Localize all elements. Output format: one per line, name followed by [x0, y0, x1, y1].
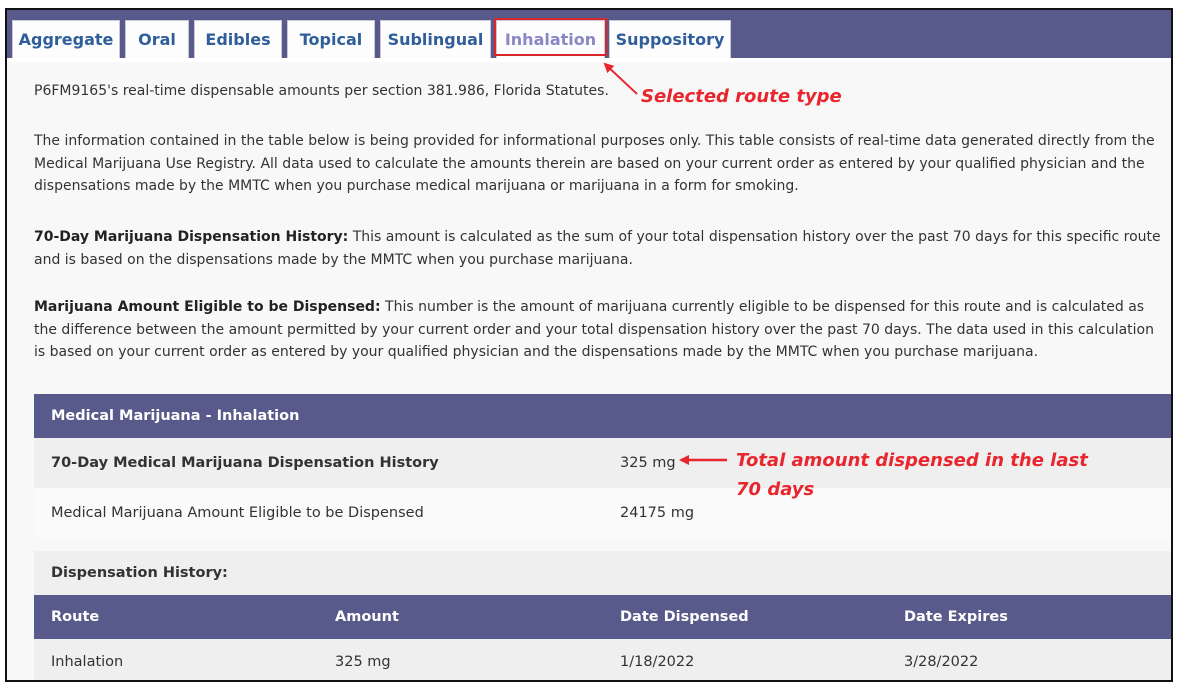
col-route: Route [51, 609, 100, 625]
cell-date-dispensed: 1/18/2022 [620, 654, 695, 670]
history-table-header: Route Amount Date Dispensed Date Expires [34, 595, 1171, 639]
cell-route: Inhalation [51, 654, 124, 670]
tab-edibles[interactable]: Edibles [194, 20, 282, 58]
history-definition: 70-Day Marijuana Dispensation History: T… [34, 226, 1169, 271]
cell-date-expires: 3/28/2022 [904, 654, 979, 670]
eligible-definition-term: Marijuana Amount Eligible to be Dispense… [34, 299, 381, 315]
eligible-definition: Marijuana Amount Eligible to be Dispense… [34, 296, 1169, 364]
tab-sublingual[interactable]: Sublingual [380, 20, 491, 58]
col-date-expires: Date Expires [904, 609, 1008, 625]
history-table-title-row: Dispensation History: [34, 551, 1171, 595]
tab-inhalation[interactable]: Inhalation [496, 20, 605, 58]
route-tab-bar: Aggregate Oral Edibles Topical Sublingua… [7, 10, 1171, 58]
tab-suppository[interactable]: Suppository [609, 20, 731, 58]
col-amount: Amount [335, 609, 399, 625]
disclaimer-text: The information contained in the table b… [34, 133, 1155, 194]
annotation-selected-route: Selected route type [641, 86, 842, 107]
history-definition-term: 70-Day Marijuana Dispensation History: [34, 229, 349, 245]
summary-table-title: Medical Marijuana - Inhalation [51, 408, 300, 424]
history-value: 325 mg [620, 455, 676, 471]
annotation-total-line2: 70 days [736, 479, 815, 500]
tab-oral[interactable]: Oral [125, 20, 189, 58]
eligible-value: 24175 mg [620, 505, 695, 521]
summary-table-header: Medical Marijuana - Inhalation [34, 394, 1171, 438]
tab-aggregate[interactable]: Aggregate [12, 20, 120, 58]
cell-amount: 325 mg [335, 654, 391, 670]
annotation-total-amount: Total amount dispensed in the last 70 da… [736, 446, 1088, 504]
table-row: Inhalation 325 mg 1/18/2022 3/28/2022 [34, 639, 1171, 680]
history-label: 70-Day Medical Marijuana Dispensation Hi… [51, 455, 439, 471]
annotation-total-line1: Total amount dispensed in the last [736, 450, 1088, 471]
tab-topical[interactable]: Topical [287, 20, 375, 58]
eligible-label: Medical Marijuana Amount Eligible to be … [51, 505, 424, 521]
dispensable-amounts-panel: P6FM9165's real-time dispensable amounts… [7, 58, 1171, 680]
col-date-dispensed: Date Dispensed [620, 609, 749, 625]
intro-text: P6FM9165's real-time dispensable amounts… [34, 83, 609, 99]
browser-frame: Aggregate Oral Edibles Topical Sublingua… [5, 8, 1173, 682]
history-table-title: Dispensation History: [51, 565, 228, 581]
